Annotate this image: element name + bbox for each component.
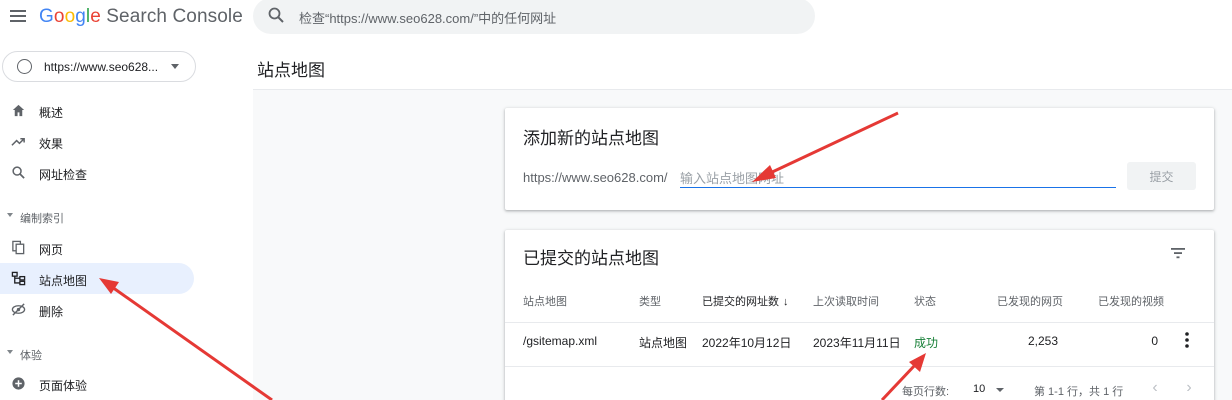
pages-icon — [12, 240, 25, 255]
column-header-type[interactable]: 类型 — [639, 293, 661, 309]
cell-discovered-pages: 2,253 — [1027, 334, 1058, 348]
cell-type: 站点地图 — [639, 336, 688, 350]
sidebar-item-removals[interactable]: 删除 — [0, 294, 194, 325]
card-title: 添加新的站点地图 — [523, 129, 659, 148]
dropdown-caret-icon — [996, 388, 1004, 392]
property-url: https://www.seo628... — [44, 60, 159, 74]
cell-sitemap: /gsitemap.xml — [523, 334, 598, 348]
column-header-last-read[interactable]: 上次读取时间 — [813, 293, 879, 309]
rows-per-page-select[interactable]: 10 — [971, 380, 1011, 398]
url-prefix: https://www.seo628.com/ — [523, 170, 668, 185]
trending-up-icon — [11, 137, 25, 146]
search-placeholder: 检查“https://www.seo628.com/”中的任何网址 — [299, 11, 557, 26]
search-icon — [268, 7, 284, 23]
sidebar-item-page-experience[interactable]: 页面体验 — [0, 368, 194, 399]
cell-submitted: 2022年10月12日 — [702, 336, 792, 350]
property-selector[interactable]: https://www.seo628... — [2, 51, 196, 82]
sidebar-item-label: 删除 — [39, 305, 64, 319]
sitemap-url-input[interactable] — [680, 166, 1116, 188]
divider — [505, 366, 1214, 367]
rows-per-page-label: 每页行数: — [902, 386, 950, 398]
sitemap-icon — [11, 271, 26, 286]
sidebar-item-label: 概述 — [39, 106, 64, 120]
sidebar-item-performance[interactable]: 效果 — [0, 126, 194, 157]
top-bar: Google Search Console 检查“https://www.seo… — [0, 0, 1232, 36]
more-vert-icon[interactable] — [1181, 331, 1193, 349]
section-indexing[interactable]: 编制索引 — [0, 206, 194, 228]
sidebar-item-sitemaps[interactable]: 站点地图 — [0, 263, 194, 294]
removals-icon — [11, 303, 26, 316]
sidebar-item-url-inspection[interactable]: 网址检查 — [0, 157, 194, 188]
pagination-range: 第 1-1 行，共 1 行 — [1034, 386, 1124, 398]
column-header-submitted[interactable]: 已提交的网址数 ↓ — [702, 293, 789, 309]
add-circle-icon — [12, 377, 25, 390]
cell-last-read: 2023年11月11日 — [813, 336, 901, 350]
sidebar-item-pages[interactable]: 网页 — [0, 232, 194, 263]
page-title: 站点地图 — [257, 61, 325, 80]
add-sitemap-card: 添加新的站点地图 https://www.seo628.com/ 提交 — [505, 108, 1214, 210]
search-icon — [12, 166, 25, 179]
prev-page-icon[interactable]: ‹ — [1148, 379, 1162, 397]
hamburger-menu-icon[interactable] — [8, 6, 28, 26]
sidebar-item-label: 页面体验 — [39, 379, 88, 393]
column-header-discovered-pages[interactable]: 已发现的网页 — [997, 293, 1063, 309]
sidebar-item-label: 网页 — [39, 243, 64, 257]
card-title: 已提交的站点地图 — [523, 249, 659, 268]
filter-icon[interactable] — [1169, 244, 1187, 262]
collapse-caret-icon — [7, 213, 13, 217]
sidebar-item-label: 效果 — [39, 137, 64, 151]
column-header-label: 已提交的网址数 — [702, 296, 779, 308]
column-header-status[interactable]: 状态 — [914, 293, 936, 309]
url-inspection-search[interactable]: 检查“https://www.seo628.com/”中的任何网址 — [253, 0, 815, 34]
dropdown-caret-icon — [171, 64, 179, 69]
collapse-caret-icon — [7, 350, 13, 354]
column-header-discovered-videos[interactable]: 已发现的视频 — [1098, 293, 1164, 309]
divider — [505, 322, 1214, 323]
sidebar-item-label: 站点地图 — [39, 274, 88, 288]
globe-icon — [17, 59, 32, 74]
cell-discovered-videos: 0 — [1151, 334, 1158, 348]
status-badge: 成功 — [914, 336, 939, 350]
section-label: 编制索引 — [20, 213, 64, 225]
submitted-sitemaps-card: 已提交的站点地图 站点地图 类型 已提交的网址数 ↓ 上次读取时间 状态 已发现的… — [505, 230, 1214, 400]
sidebar-item-overview[interactable]: 概述 — [0, 95, 194, 126]
submit-button[interactable]: 提交 — [1127, 162, 1196, 190]
home-icon — [12, 104, 25, 117]
search-console-logo[interactable]: Google Search Console — [39, 6, 243, 28]
sort-descending-icon: ↓ — [783, 296, 789, 308]
next-page-icon[interactable]: › — [1182, 379, 1196, 397]
rows-per-page-value: 10 — [973, 383, 986, 395]
column-header-sitemap[interactable]: 站点地图 — [523, 293, 567, 309]
section-label: 体验 — [20, 350, 42, 362]
sidebar-item-label: 网址检查 — [39, 168, 88, 182]
section-experience[interactable]: 体验 — [0, 343, 194, 365]
